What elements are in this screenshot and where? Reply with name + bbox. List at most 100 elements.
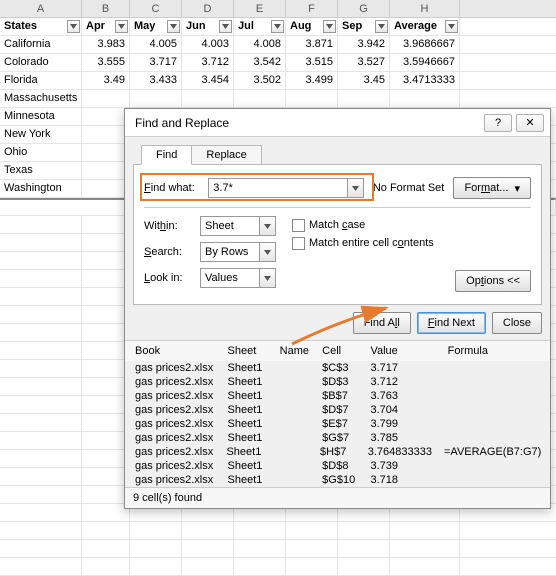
- col-book[interactable]: Book: [133, 345, 226, 357]
- col-header[interactable]: H: [390, 0, 460, 17]
- cell[interactable]: Washington: [0, 180, 82, 197]
- col-header[interactable]: A: [0, 0, 82, 17]
- cell[interactable]: [286, 90, 338, 107]
- cell[interactable]: 3.542: [234, 54, 286, 71]
- cell[interactable]: 3.5946667: [390, 54, 460, 71]
- tab-replace[interactable]: Replace: [191, 145, 261, 165]
- cell[interactable]: 3.527: [338, 54, 390, 71]
- cell[interactable]: [82, 144, 130, 161]
- col-header[interactable]: E: [234, 0, 286, 17]
- cell[interactable]: [82, 162, 130, 179]
- header-cell[interactable]: May: [130, 18, 182, 35]
- header-cell[interactable]: Apr: [82, 18, 130, 35]
- cell[interactable]: 3.499: [286, 72, 338, 89]
- result-row[interactable]: gas prices2.xlsxSheet1$D$73.704: [125, 403, 550, 417]
- cell[interactable]: [82, 126, 130, 143]
- header-cell[interactable]: Average: [390, 18, 460, 35]
- cell[interactable]: [338, 90, 390, 107]
- col-cell[interactable]: Cell: [320, 345, 368, 357]
- cell[interactable]: [234, 90, 286, 107]
- result-row[interactable]: gas prices2.xlsxSheet1$E$73.799: [125, 417, 550, 431]
- filter-dropdown-icon[interactable]: [219, 20, 232, 33]
- cell[interactable]: 3.555: [82, 54, 130, 71]
- result-row[interactable]: gas prices2.xlsxSheet1$D$83.739: [125, 459, 550, 473]
- cell[interactable]: [130, 90, 182, 107]
- result-row[interactable]: gas prices2.xlsxSheet1$G$103.718: [125, 473, 550, 487]
- filter-dropdown-icon[interactable]: [375, 20, 388, 33]
- cell[interactable]: [82, 90, 130, 107]
- filter-dropdown-icon[interactable]: [445, 20, 458, 33]
- cell[interactable]: 3.502: [234, 72, 286, 89]
- cell[interactable]: 3.45: [338, 72, 390, 89]
- filter-dropdown-icon[interactable]: [67, 20, 80, 33]
- cell[interactable]: 4.005: [130, 36, 182, 53]
- cell[interactable]: 3.49: [82, 72, 130, 89]
- header-cell[interactable]: Jul: [234, 18, 286, 35]
- cell[interactable]: 3.717: [130, 54, 182, 71]
- result-row[interactable]: gas prices2.xlsxSheet1$C$33.717: [125, 361, 550, 375]
- within-select[interactable]: Sheet: [200, 216, 276, 236]
- col-header[interactable]: D: [182, 0, 234, 17]
- cell[interactable]: Massachusetts: [0, 90, 82, 107]
- cell[interactable]: 3.9686667: [390, 36, 460, 53]
- col-header[interactable]: B: [82, 0, 130, 17]
- cell[interactable]: Florida: [0, 72, 82, 89]
- dialog-titlebar[interactable]: Find and Replace ? ✕: [125, 109, 550, 137]
- find-all-button[interactable]: Find All: [353, 312, 411, 334]
- dropdown-icon[interactable]: [259, 217, 275, 235]
- search-select[interactable]: By Rows: [200, 242, 276, 262]
- options-button[interactable]: Options <<: [455, 270, 531, 292]
- tab-find[interactable]: Find: [141, 145, 192, 165]
- filter-dropdown-icon[interactable]: [115, 20, 128, 33]
- match-case-checkbox[interactable]: Match case: [292, 216, 531, 234]
- dropdown-icon[interactable]: [347, 179, 363, 197]
- result-row[interactable]: gas prices2.xlsxSheet1$B$73.763: [125, 389, 550, 403]
- close-button[interactable]: ✕: [516, 114, 544, 132]
- col-formula[interactable]: Formula: [446, 345, 542, 357]
- cell[interactable]: [82, 180, 130, 197]
- cell[interactable]: Texas: [0, 162, 82, 179]
- cell[interactable]: New York: [0, 126, 82, 143]
- filter-dropdown-icon[interactable]: [271, 20, 284, 33]
- col-header[interactable]: F: [286, 0, 338, 17]
- col-name[interactable]: Name: [278, 345, 321, 357]
- cell[interactable]: 3.4713333: [390, 72, 460, 89]
- cell[interactable]: [390, 90, 460, 107]
- col-value[interactable]: Value: [368, 345, 445, 357]
- cell[interactable]: 3.712: [182, 54, 234, 71]
- cell[interactable]: 3.433: [130, 72, 182, 89]
- cell[interactable]: 3.515: [286, 54, 338, 71]
- dropdown-icon[interactable]: [259, 269, 275, 287]
- filter-dropdown-icon[interactable]: [323, 20, 336, 33]
- cell[interactable]: 3.983: [82, 36, 130, 53]
- lookin-select[interactable]: Values: [200, 268, 276, 288]
- result-row[interactable]: gas prices2.xlsxSheet1$G$73.785: [125, 431, 550, 445]
- cell[interactable]: Minnesota: [0, 108, 82, 125]
- header-cell[interactable]: Sep: [338, 18, 390, 35]
- col-header[interactable]: G: [338, 0, 390, 17]
- col-sheet[interactable]: Sheet: [226, 345, 278, 357]
- header-cell[interactable]: Aug: [286, 18, 338, 35]
- header-cell[interactable]: Jun: [182, 18, 234, 35]
- cell[interactable]: 3.454: [182, 72, 234, 89]
- cell[interactable]: 4.008: [234, 36, 286, 53]
- cell[interactable]: Ohio: [0, 144, 82, 161]
- header-cell[interactable]: States: [0, 18, 82, 35]
- result-row[interactable]: gas prices2.xlsxSheet1$H$73.764833333=AV…: [125, 445, 550, 459]
- find-next-button[interactable]: Find Next: [417, 312, 486, 334]
- cell[interactable]: 3.942: [338, 36, 390, 53]
- cell[interactable]: 4.003: [182, 36, 234, 53]
- format-button[interactable]: Format...▾: [453, 177, 531, 199]
- cell[interactable]: [182, 90, 234, 107]
- match-entire-checkbox[interactable]: Match entire cell contents: [292, 234, 531, 252]
- cell[interactable]: [82, 108, 130, 125]
- find-what-input[interactable]: 3.7*: [208, 178, 363, 198]
- dropdown-icon[interactable]: [259, 243, 275, 261]
- result-row[interactable]: gas prices2.xlsxSheet1$D$33.712: [125, 375, 550, 389]
- cell[interactable]: 3.871: [286, 36, 338, 53]
- col-header[interactable]: C: [130, 0, 182, 17]
- filter-dropdown-icon[interactable]: [167, 20, 180, 33]
- help-button[interactable]: ?: [484, 114, 512, 132]
- close-dialog-button[interactable]: Close: [492, 312, 542, 334]
- cell[interactable]: Colorado: [0, 54, 82, 71]
